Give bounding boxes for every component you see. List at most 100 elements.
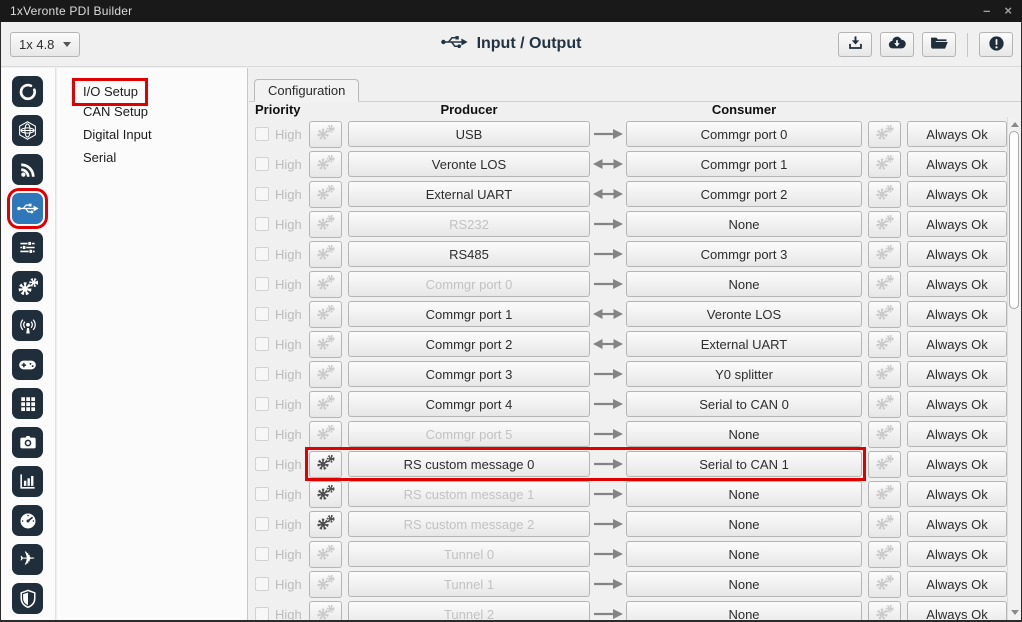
consumer-config-button[interactable]	[868, 600, 901, 620]
status-button[interactable]: Always Ok	[907, 421, 1007, 447]
consumer-button[interactable]: None	[626, 511, 862, 537]
status-button[interactable]: Always Ok	[907, 151, 1007, 177]
consumer-config-button[interactable]	[868, 390, 901, 418]
consumer-button[interactable]: None	[626, 601, 862, 620]
close-icon[interactable]: ×	[1004, 0, 1012, 22]
producer-button[interactable]: RS232	[348, 211, 590, 237]
sidebar-item-automations[interactable]	[12, 271, 43, 302]
priority-checkbox[interactable]	[255, 457, 269, 471]
producer-config-button[interactable]	[309, 150, 342, 178]
consumer-config-button[interactable]	[868, 270, 901, 298]
consumer-config-button[interactable]	[868, 210, 901, 238]
consumer-config-button[interactable]	[868, 120, 901, 148]
menu-item-serial[interactable]: Serial	[57, 147, 247, 170]
producer-config-button[interactable]	[309, 180, 342, 208]
consumer-button[interactable]: Commgr port 0	[626, 121, 862, 147]
status-button[interactable]: Always Ok	[907, 571, 1007, 597]
producer-config-button[interactable]	[309, 450, 342, 478]
consumer-config-button[interactable]	[868, 180, 901, 208]
producer-config-button[interactable]	[309, 540, 342, 568]
sidebar-item-stick[interactable]	[12, 349, 43, 380]
producer-config-button[interactable]	[309, 210, 342, 238]
producer-config-button[interactable]	[309, 510, 342, 538]
consumer-config-button[interactable]	[868, 150, 901, 178]
sidebar-item-camera[interactable]	[12, 427, 43, 458]
producer-config-button[interactable]	[309, 240, 342, 268]
producer-button[interactable]: Commgr port 2	[348, 331, 590, 357]
status-button[interactable]: Always Ok	[907, 511, 1007, 537]
priority-checkbox[interactable]	[255, 487, 269, 501]
priority-checkbox[interactable]	[255, 187, 269, 201]
status-button[interactable]: Always Ok	[907, 541, 1007, 567]
version-dropdown[interactable]: 1x 4.8	[10, 32, 80, 57]
priority-checkbox[interactable]	[255, 157, 269, 171]
consumer-button[interactable]: None	[626, 541, 862, 567]
consumer-button[interactable]: Commgr port 3	[626, 241, 862, 267]
producer-config-button[interactable]	[309, 570, 342, 598]
scroll-up-icon[interactable]	[1008, 117, 1021, 131]
consumer-button[interactable]: None	[626, 211, 862, 237]
producer-button[interactable]: Commgr port 0	[348, 271, 590, 297]
producer-config-button[interactable]	[309, 330, 342, 358]
producer-button[interactable]: Commgr port 3	[348, 361, 590, 387]
producer-button[interactable]: External UART	[348, 181, 590, 207]
priority-checkbox[interactable]	[255, 427, 269, 441]
consumer-config-button[interactable]	[868, 300, 901, 328]
sidebar-item-hil[interactable]	[12, 505, 43, 536]
producer-button[interactable]: USB	[348, 121, 590, 147]
consumer-config-button[interactable]	[868, 330, 901, 358]
priority-checkbox[interactable]	[255, 397, 269, 411]
status-button[interactable]: Always Ok	[907, 361, 1007, 387]
menu-item-digital-input[interactable]: Digital Input	[57, 124, 247, 147]
minimize-icon[interactable]: –	[983, 0, 990, 22]
consumer-button[interactable]: None	[626, 481, 862, 507]
status-button[interactable]: Always Ok	[907, 391, 1007, 417]
consumer-button[interactable]: Serial to CAN 1	[626, 451, 862, 477]
consumer-config-button[interactable]	[868, 510, 901, 538]
priority-checkbox[interactable]	[255, 517, 269, 531]
consumer-config-button[interactable]	[868, 240, 901, 268]
status-button[interactable]: Always Ok	[907, 451, 1007, 477]
priority-checkbox[interactable]	[255, 307, 269, 321]
priority-checkbox[interactable]	[255, 337, 269, 351]
producer-config-button[interactable]	[309, 480, 342, 508]
consumer-button[interactable]: None	[626, 571, 862, 597]
producer-button[interactable]: Veronte LOS	[348, 151, 590, 177]
producer-button[interactable]: RS custom message 0	[348, 451, 590, 477]
producer-config-button[interactable]	[309, 600, 342, 620]
consumer-button[interactable]: Y0 splitter	[626, 361, 862, 387]
producer-button[interactable]: Commgr port 4	[348, 391, 590, 417]
producer-button[interactable]: Commgr port 5	[348, 421, 590, 447]
producer-button[interactable]: Tunnel 2	[348, 601, 590, 620]
priority-checkbox[interactable]	[255, 277, 269, 291]
producer-button[interactable]: RS custom message 1	[348, 481, 590, 507]
status-button[interactable]: Always Ok	[907, 241, 1007, 267]
consumer-button[interactable]: None	[626, 421, 862, 447]
vertical-scrollbar[interactable]	[1007, 117, 1021, 620]
status-button[interactable]: Always Ok	[907, 211, 1007, 237]
producer-button[interactable]: Tunnel 1	[348, 571, 590, 597]
producer-config-button[interactable]	[309, 420, 342, 448]
status-button[interactable]: Always Ok	[907, 481, 1007, 507]
producer-config-button[interactable]	[309, 120, 342, 148]
priority-checkbox[interactable]	[255, 367, 269, 381]
status-button[interactable]: Always Ok	[907, 181, 1007, 207]
cloud-download-button[interactable]	[880, 32, 914, 57]
menu-item-i-o-setup[interactable]: I/O Setup	[57, 78, 247, 106]
sidebar-item-flight[interactable]: ✈	[12, 544, 43, 575]
consumer-config-button[interactable]	[868, 420, 901, 448]
producer-config-button[interactable]	[309, 300, 342, 328]
consumer-config-button[interactable]	[868, 450, 901, 478]
download-button[interactable]	[838, 32, 872, 57]
priority-checkbox[interactable]	[255, 127, 269, 141]
status-button[interactable]: Always Ok	[907, 301, 1007, 327]
tab-configuration[interactable]: Configuration	[254, 79, 360, 102]
info-button[interactable]	[979, 32, 1013, 57]
sidebar-item-control[interactable]	[12, 232, 43, 263]
consumer-button[interactable]: None	[626, 271, 862, 297]
consumer-config-button[interactable]	[868, 360, 901, 388]
sidebar-item-telemetry[interactable]	[12, 154, 43, 185]
open-folder-button[interactable]	[922, 32, 956, 57]
producer-button[interactable]: RS custom message 2	[348, 511, 590, 537]
sidebar-item-hexagon-globe[interactable]	[12, 115, 43, 146]
